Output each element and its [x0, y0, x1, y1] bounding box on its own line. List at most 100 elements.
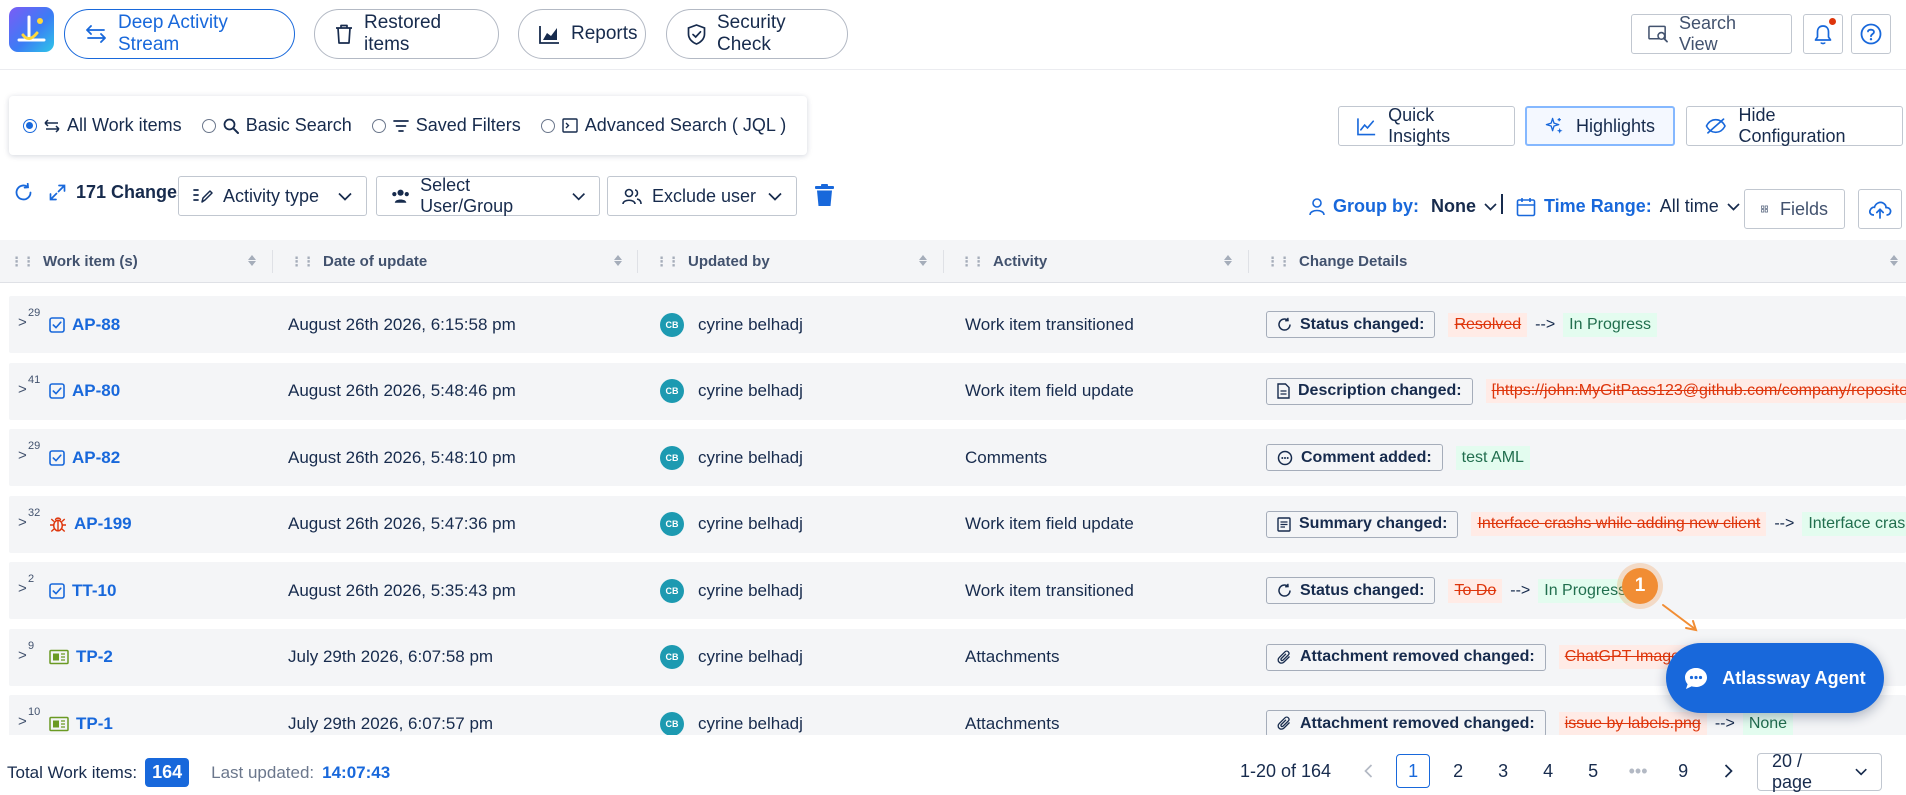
group-by-label: Group by: — [1333, 196, 1419, 216]
page-number-3[interactable]: 3 — [1486, 754, 1520, 788]
agent-label: Atlassway Agent — [1722, 667, 1866, 688]
change-label-text: Summary changed: — [1299, 515, 1448, 532]
sort-change-details[interactable] — [1890, 240, 1898, 283]
tab-security-check[interactable]: Security Check — [666, 9, 848, 59]
grid-icon — [1761, 205, 1768, 213]
column-header-change-details[interactable]: ⋮⋮ Change Details — [1266, 240, 1407, 283]
drag-handle-icon[interactable]: ⋮⋮ — [290, 254, 315, 270]
column-header-activity[interactable]: ⋮⋮ Activity — [960, 240, 1047, 283]
expand-row-icon[interactable]: > — [18, 447, 27, 464]
column-header-updated-by[interactable]: ⋮⋮ Updated by — [655, 240, 770, 283]
drag-handle-icon[interactable]: ⋮⋮ — [655, 254, 680, 270]
column-header-work-items[interactable]: ⋮⋮ Work item (s) — [10, 240, 138, 283]
search-mode-all-work-items[interactable]: All Work items — [23, 115, 182, 136]
tab-restored-items[interactable]: Restored items — [314, 9, 499, 59]
page-number-5[interactable]: 5 — [1576, 754, 1610, 788]
hide-configuration-button[interactable]: Hide Configuration — [1686, 105, 1903, 146]
sort-icon — [614, 255, 622, 266]
table-row[interactable]: >29 AP-82 August 26th 2026, 5:48:10 pm CB cy… — [9, 429, 1906, 486]
work-item-cell: AP-80 — [49, 363, 120, 420]
column-label: Activity — [993, 253, 1048, 270]
radio-button[interactable] — [201, 118, 216, 133]
app-logo[interactable] — [9, 7, 54, 52]
search-mode-advanced-jql[interactable]: Advanced Search ( JQL ) — [540, 115, 786, 136]
expand-row-icon[interactable]: > — [18, 514, 27, 531]
exclude-user-dropdown[interactable]: Exclude user — [607, 176, 797, 216]
table-row[interactable]: >41 AP-80 August 26th 2026, 5:48:46 pm CB cy… — [9, 362, 1906, 420]
table-row[interactable]: >2 TT-10 August 26th 2026, 5:35:43 pm CB cyr… — [9, 562, 1906, 619]
expand-row-icon[interactable]: > — [18, 580, 27, 597]
sort-activity[interactable] — [1224, 240, 1232, 283]
search-view-icon — [1648, 25, 1668, 43]
search-view-button[interactable]: Search View — [1631, 13, 1792, 54]
group-by-selector[interactable]: Group by: None — [1309, 196, 1497, 217]
page-number-2[interactable]: 2 — [1441, 754, 1475, 788]
page-number-1[interactable]: 1 — [1396, 754, 1431, 788]
sort-date[interactable] — [614, 240, 622, 283]
tab-label: Reports — [571, 23, 638, 44]
select-user-group-label: Select User/Group — [420, 175, 514, 216]
radio-button[interactable] — [371, 118, 386, 133]
table-row[interactable]: >10 TP-1 July 29th 2026, 6:07:57 pm CB cyrin… — [9, 695, 1906, 735]
table-row[interactable]: >9 TP-2 July 29th 2026, 6:07:58 pm CB cyrine… — [9, 628, 1906, 686]
activity-type-dropdown[interactable]: Activity type — [178, 176, 367, 216]
tab-reports[interactable]: Reports — [518, 9, 646, 59]
time-range-selector[interactable]: Time Range: All time — [1516, 196, 1740, 217]
next-page-button[interactable] — [1711, 754, 1745, 788]
page-size-select[interactable]: 20 / page — [1757, 751, 1882, 792]
old-value: issue by labels.png — [1558, 711, 1707, 735]
drag-handle-icon[interactable]: ⋮⋮ — [1266, 254, 1291, 270]
search-mode-basic-search[interactable]: Basic Search — [201, 115, 352, 136]
work-item-key[interactable]: AP-88 — [72, 315, 120, 335]
atlassway-agent-button[interactable]: Atlassway Agent — [1666, 643, 1884, 713]
radio-button[interactable] — [540, 118, 555, 133]
export-cloud-button[interactable] — [1858, 189, 1902, 229]
work-item-key[interactable]: AP-80 — [72, 381, 120, 401]
work-item-key[interactable]: TP-1 — [76, 714, 113, 734]
expand-row-icon[interactable]: > — [18, 381, 27, 398]
activity-cell: Attachments — [965, 713, 1060, 733]
total-summary: Total Work items: 164 Last updated: 14:0… — [7, 758, 390, 787]
work-item-key[interactable]: AP-199 — [74, 514, 132, 534]
tab-deep-activity-stream[interactable]: Deep Activity Stream — [64, 9, 295, 59]
summary-icon — [1277, 516, 1291, 532]
clear-filters-button[interactable] — [814, 184, 835, 212]
select-user-group-dropdown[interactable]: Select User/Group — [376, 175, 600, 216]
highlights-button[interactable]: Highlights — [1525, 106, 1675, 146]
paperclip-icon — [1277, 716, 1292, 731]
expand-row-icon[interactable]: > — [18, 647, 27, 664]
drag-handle-icon[interactable]: ⋮⋮ — [10, 254, 35, 270]
notifications-button[interactable] — [1803, 14, 1843, 54]
expand-row-icon[interactable]: > — [18, 713, 27, 730]
user-icon — [1309, 197, 1325, 215]
search-mode-saved-filters[interactable]: Saved Filters — [371, 115, 521, 136]
previous-page-button[interactable] — [1351, 754, 1385, 788]
page-number-9[interactable]: 9 — [1666, 754, 1700, 788]
sort-work-items[interactable] — [248, 240, 256, 283]
user-name: cyrine belhadj — [698, 314, 803, 334]
work-item-key[interactable]: TT-10 — [72, 581, 116, 601]
work-item-key[interactable]: TP-2 — [76, 647, 113, 667]
refresh-icon[interactable] — [14, 183, 33, 202]
fields-button[interactable]: Fields — [1744, 189, 1845, 229]
help-button[interactable] — [1851, 14, 1891, 54]
updated-by-cell: CB cyrine belhadj — [660, 429, 803, 486]
table-row[interactable]: >29 AP-88 August 26th 2026, 6:15:58 pm CB cy… — [9, 296, 1906, 353]
drag-handle-icon[interactable]: ⋮⋮ — [960, 254, 985, 270]
user-name: cyrine belhadj — [698, 381, 803, 400]
sort-updated-by[interactable] — [919, 240, 927, 283]
date-cell: August 26th 2026, 5:48:46 pm — [288, 381, 516, 400]
expand-row-icon[interactable]: > — [18, 314, 27, 331]
work-item-key[interactable]: AP-82 — [72, 448, 120, 468]
date-cell: August 26th 2026, 5:48:10 pm — [288, 447, 516, 467]
quick-insights-button[interactable]: Quick Insights — [1338, 105, 1515, 146]
change-label: Description changed: — [1266, 377, 1473, 405]
column-header-date-of-update[interactable]: ⋮⋮ Date of update — [290, 240, 427, 283]
sort-icon — [919, 255, 927, 266]
page-number-4[interactable]: 4 — [1531, 754, 1565, 788]
table-row[interactable]: >32 AP-199 August 26th 2026, 5:47:36 pm CB c… — [9, 495, 1906, 553]
expand-icon[interactable] — [49, 184, 66, 201]
work-item-cell: TT-10 — [49, 562, 116, 619]
page-ellipsis[interactable]: ••• — [1621, 754, 1655, 788]
radio-button[interactable] — [23, 118, 37, 133]
